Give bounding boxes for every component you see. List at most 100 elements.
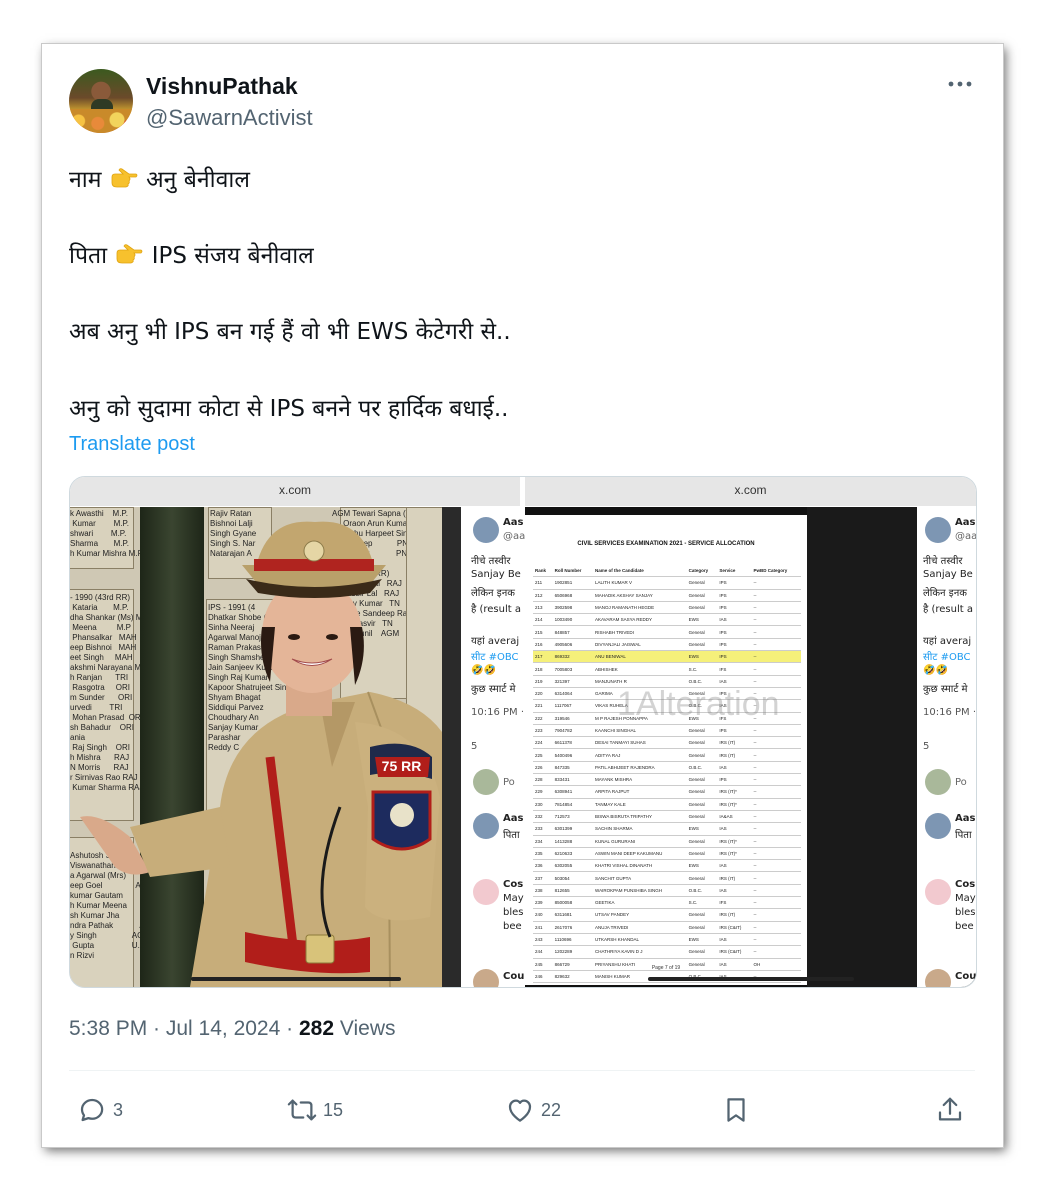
side-text: Cou	[503, 971, 525, 982]
table-cell: General	[686, 810, 718, 824]
table-cell: KAANCHI SINGHAL	[592, 724, 687, 738]
table-row: 224 6611378 DESAI TANMAYI SUHAS General IRS …	[533, 736, 801, 750]
table-row: 238 812655 WAIROKPAM PUNSHIBA SINGH O.B.C. I…	[533, 884, 801, 898]
table-cell: --	[751, 871, 801, 885]
user-handle[interactable]: @SawarnActivist	[146, 105, 313, 131]
translate-post-link[interactable]: Translate post	[69, 433, 195, 456]
table-cell: --	[751, 896, 801, 910]
table-cell: IRS (C&IT)	[717, 921, 752, 934]
side-text: Aas	[955, 813, 976, 824]
table-row: 233 6301399 SACHIN SHARMA EWS IAS --	[533, 822, 801, 836]
side-text: Aas	[955, 517, 976, 528]
post-text: नाम	[69, 167, 102, 193]
table-cell: 812655	[552, 884, 593, 898]
table-row: 213 3902598 MANOJ RAMANATH HEGDE General IPS…	[533, 601, 801, 615]
table-cell: --	[751, 748, 801, 762]
post-time[interactable]: 5:38 PM · Jul 14, 2024 ·	[69, 1017, 299, 1040]
table-cell: IPS	[717, 650, 752, 664]
table-cell: O.B.C.	[686, 761, 718, 775]
table-row: 223 7904782 KAANCHI SINGHAL General IPS --	[533, 724, 801, 738]
table-cell: 230	[533, 798, 553, 811]
table-row: 235 6210633 ASWIN MANI DEEP KAKUMANU Genera…	[533, 847, 801, 861]
table-cell: 829632	[552, 970, 593, 984]
table-cell: 237	[533, 871, 553, 885]
table-cell: IRS (IT)*	[717, 847, 752, 861]
table-cell: IRS (IT)*	[717, 798, 752, 811]
table-cell: IRS (IT)	[717, 908, 752, 922]
table-cell: 7814854	[552, 798, 593, 811]
side-text: यहां averaj	[923, 636, 972, 647]
table-cell: EWS	[686, 822, 718, 836]
table-cell: UTSAV PANDEY	[592, 908, 687, 922]
table-header: Name of the Candidate	[592, 565, 687, 578]
table-cell: IAS	[717, 822, 752, 836]
side-text: Cos	[955, 879, 976, 890]
side-text: है (result a	[923, 604, 973, 615]
post-timestamp[interactable]: 5:38 PM · Jul 14, 2024 · 282 Views	[69, 1017, 396, 1041]
more-options-icon[interactable]	[946, 74, 974, 94]
table-cell: IRS (IT)*	[717, 785, 752, 799]
side-thread-right: Aas @aa नीचे तस्वीर Sanjay Be लेकिन इनक …	[917, 507, 976, 987]
table-cell: 246	[533, 970, 553, 984]
table-row: 230 7814854 TANMAY KALE General IRS (IT)* --	[533, 798, 801, 811]
post-text: पिता	[69, 243, 108, 269]
table-cell: 1413288	[552, 835, 593, 848]
display-name[interactable]: VishnuPathak	[146, 73, 298, 100]
table-cell: --	[751, 761, 801, 775]
table-cell: BISWA BISRUTA TRIPATHY	[592, 810, 687, 824]
like-button[interactable]: 22	[505, 1094, 561, 1126]
table-cell: TANMAY KALE	[592, 798, 687, 811]
repost-count: 15	[323, 1099, 344, 1120]
reply-button[interactable]: 3	[77, 1094, 123, 1126]
side-text: 10:16 PM ·	[923, 707, 976, 718]
table-row: 239 8500058 GEETIKA S.C. IFS --	[533, 896, 801, 910]
table-cell: AKAVARAM SASYA REDDY	[592, 613, 687, 627]
table-cell: 236	[533, 859, 553, 873]
officer-photo[interactable]: k Awasthi M.P. Kumar M.P. shwari M.P. Sh…	[70, 507, 520, 987]
bookmark-button[interactable]	[721, 1094, 751, 1126]
share-icon	[938, 1097, 962, 1121]
side-text: bee	[503, 921, 522, 932]
table-row: 237 503054 SANCHIT GUPTA General IRS (IT) --	[533, 871, 801, 885]
table-cell: --	[751, 884, 801, 898]
table-cell: General	[686, 576, 718, 590]
table-row: 234 1413288 KUNAL GURURANI General IRS (IT)*…	[533, 835, 801, 848]
table-cell: 6611378	[552, 736, 593, 750]
side-text: लेकिन इनक	[923, 588, 967, 599]
media-grid[interactable]: x.com x.com k Awasthi M.P. Kumar M.P. sh…	[69, 476, 977, 988]
repost-button[interactable]: 15	[287, 1094, 343, 1126]
table-cell: 218	[533, 662, 553, 676]
table-cell: --	[751, 945, 801, 959]
table-cell: IRS (C&IT)	[717, 945, 752, 959]
table-cell: --	[751, 773, 801, 787]
table-cell: 1003490	[552, 613, 593, 627]
table-row: 232 712573 BISWA BISRUTA TRIPATHY General IA…	[533, 810, 801, 824]
table-cell: --	[751, 736, 801, 750]
table-cell: WAIROKPAM PUNSHIBA SINGH	[592, 884, 687, 898]
pointing-right-emoji-icon	[114, 244, 144, 266]
table-cell: ADITYA RAJ	[592, 748, 687, 762]
table-cell: ARPITA RAJPUT	[592, 785, 687, 799]
allocation-list-photo[interactable]: CIVIL SERVICES EXAMINATION 2021 - SERVIC…	[525, 507, 976, 987]
table-cell: MAHADIK AKSHAY SANJAY	[592, 589, 687, 602]
table-cell: 219	[533, 675, 553, 688]
avatar[interactable]	[69, 69, 133, 133]
table-cell: 6302055	[552, 859, 593, 873]
table-cell: General	[686, 798, 718, 811]
table-cell: --	[751, 785, 801, 799]
table-cell: --	[751, 921, 801, 934]
table-row: 216 4905606 DIVYANJALI JAISWAL General IPS --	[533, 638, 801, 652]
table-cell: --	[751, 613, 801, 627]
table-cell: 503054	[552, 871, 593, 885]
table-cell: EWS	[686, 650, 718, 664]
side-text: May	[955, 893, 976, 904]
share-button[interactable]	[935, 1094, 965, 1126]
table-cell: 217	[533, 650, 553, 664]
side-text: Sanjay Be	[923, 569, 973, 580]
table-cell: General	[686, 736, 718, 750]
table-cell: --	[751, 859, 801, 873]
side-text: bles	[503, 907, 524, 918]
table-cell: SANCHIT GUPTA	[592, 871, 687, 885]
table-header: Roll Number	[552, 565, 593, 578]
side-text: 10:16 PM ·	[471, 707, 525, 718]
